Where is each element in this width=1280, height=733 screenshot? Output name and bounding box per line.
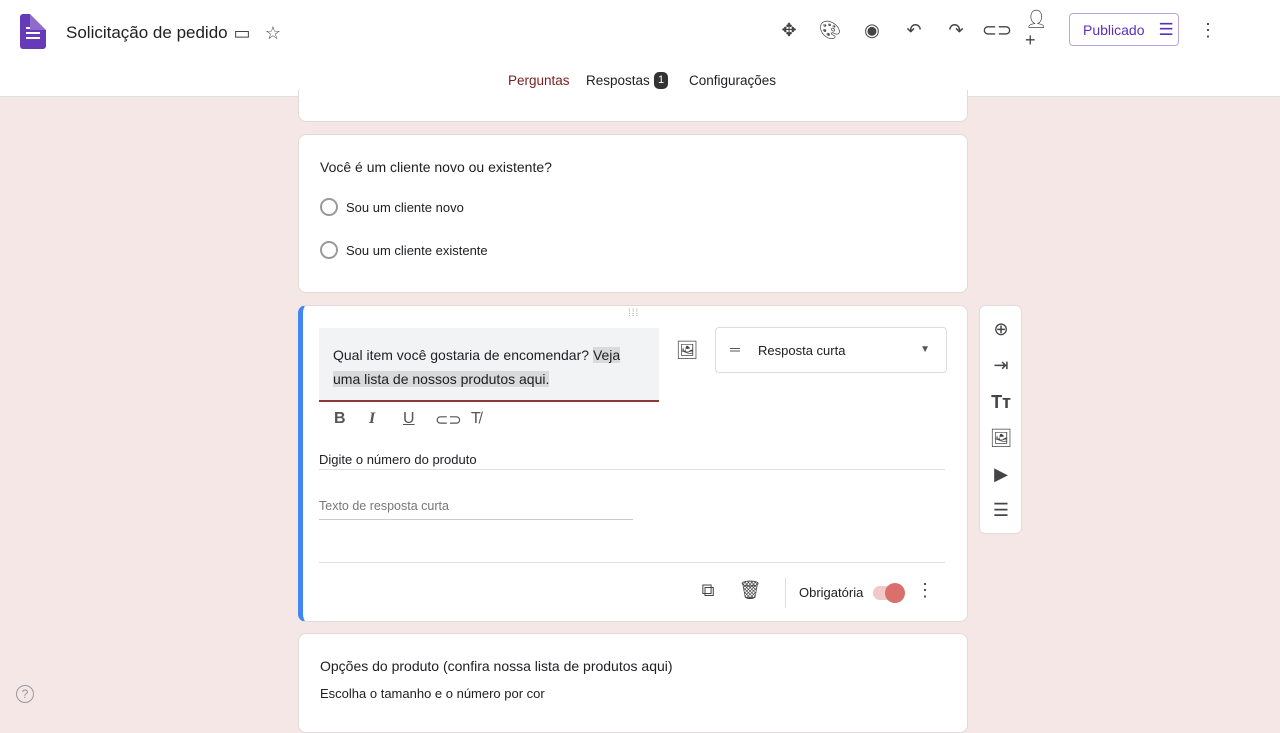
tune-icon: ☰ xyxy=(1158,19,1174,39)
tab-configuracoes[interactable]: Configurações xyxy=(689,73,776,88)
clear-format-icon[interactable]: T̸ xyxy=(471,410,481,428)
help-icon[interactable]: ? xyxy=(16,685,34,703)
forms-logo-icon[interactable] xyxy=(20,14,46,49)
divider xyxy=(319,562,945,563)
title-link-text[interactable]: Veja xyxy=(592,347,621,363)
drag-handle-icon[interactable]: ⁞⁞⁞ xyxy=(628,308,639,319)
add-section-icon[interactable]: ☰ xyxy=(987,496,1015,524)
title-link-text[interactable]: uma lista de nossos produtos aqui. xyxy=(333,371,550,387)
tab-respostas[interactable]: Respostas xyxy=(586,73,650,88)
question-title: Você é um cliente novo ou existente? xyxy=(320,159,552,175)
add-image-icon[interactable]: 🖼︎ xyxy=(673,336,701,364)
undo-icon[interactable]: ↶ xyxy=(900,16,928,44)
option-label: Sou um cliente existente xyxy=(346,243,488,258)
radio-new-customer[interactable] xyxy=(320,198,338,216)
title-text: Qual item você gostaria de encomendar? xyxy=(333,347,593,363)
published-label: Publicado xyxy=(1083,21,1145,38)
redo-icon[interactable]: ↷ xyxy=(942,16,970,44)
palette-icon[interactable]: 🎨︎ xyxy=(816,16,844,44)
divider xyxy=(785,578,786,608)
delete-trash-icon[interactable]: 🗑︎ xyxy=(736,576,764,604)
duplicate-icon[interactable]: ⧉ xyxy=(694,576,722,604)
bold-icon[interactable]: B xyxy=(334,410,346,428)
short-text-icon: ═ xyxy=(730,341,740,357)
question-title-input[interactable]: Qual item você gostaria de encomendar? V… xyxy=(319,328,659,402)
link-icon[interactable]: ⊂⊃ xyxy=(982,16,1012,44)
star-icon[interactable]: ☆ xyxy=(259,19,287,47)
responses-count-badge: 1 xyxy=(654,72,668,89)
form-title[interactable]: Solicitação de pedido xyxy=(66,23,228,43)
question-type-select[interactable]: ═ Resposta curta ▼ xyxy=(715,327,947,373)
add-title-icon[interactable]: Tт xyxy=(987,388,1015,416)
top-bar: Solicitação de pedido ▭ ☆ ✥ 🎨︎ ◉ ↶ ↷ ⊂⊃ … xyxy=(0,0,1280,97)
section-description: Escolha o tamanho e o número por cor xyxy=(320,686,545,701)
short-answer-placeholder: Texto de resposta curta xyxy=(319,499,633,520)
folder-icon[interactable]: ▭ xyxy=(228,19,256,47)
radio-existing-customer[interactable] xyxy=(320,241,338,259)
description-input[interactable]: Digite o número do produto xyxy=(319,452,945,470)
add-image-icon[interactable]: 🖼︎ xyxy=(987,424,1015,452)
question-card-product-options[interactable]: Opções do produto (confira nossa lista d… xyxy=(298,633,968,733)
underline-icon[interactable]: U xyxy=(403,410,415,428)
section-title: Opções do produto (confira nossa lista d… xyxy=(320,658,673,674)
option-label: Sou um cliente novo xyxy=(346,200,464,215)
import-questions-icon[interactable]: ⇥ xyxy=(987,351,1015,379)
question-card-item[interactable]: ⁞⁞⁞ Qual item você gostaria de encomenda… xyxy=(298,305,968,622)
link-icon[interactable]: ⊂⊃ xyxy=(435,410,462,430)
preview-eye-icon[interactable]: ◉ xyxy=(858,16,886,44)
add-video-icon[interactable]: ▶ xyxy=(987,460,1015,488)
required-label: Obrigatória xyxy=(799,585,864,600)
previous-question-card[interactable] xyxy=(298,90,968,122)
question-card-customer-type[interactable]: Você é um cliente novo ou existente? Sou… xyxy=(298,134,968,293)
add-question-icon[interactable]: ⊕ xyxy=(987,315,1015,343)
addons-puzzle-icon[interactable]: ✥ xyxy=(775,16,803,44)
published-button[interactable]: Publicado ☰ xyxy=(1069,13,1179,46)
required-toggle[interactable] xyxy=(873,583,905,603)
question-type-label: Resposta curta xyxy=(758,343,846,358)
italic-icon[interactable]: I xyxy=(369,410,375,428)
more-vert-icon[interactable]: ⋮ xyxy=(1194,16,1222,44)
tab-perguntas[interactable]: Perguntas xyxy=(508,73,570,88)
more-options-icon[interactable]: ⋮ xyxy=(911,576,939,604)
add-collaborator-icon[interactable]: 👤︎+ xyxy=(1025,9,1053,50)
question-toolbar: ⊕ ⇥ Tт 🖼︎ ▶ ☰ xyxy=(979,305,1022,534)
dropdown-arrow-icon: ▼ xyxy=(920,344,930,355)
